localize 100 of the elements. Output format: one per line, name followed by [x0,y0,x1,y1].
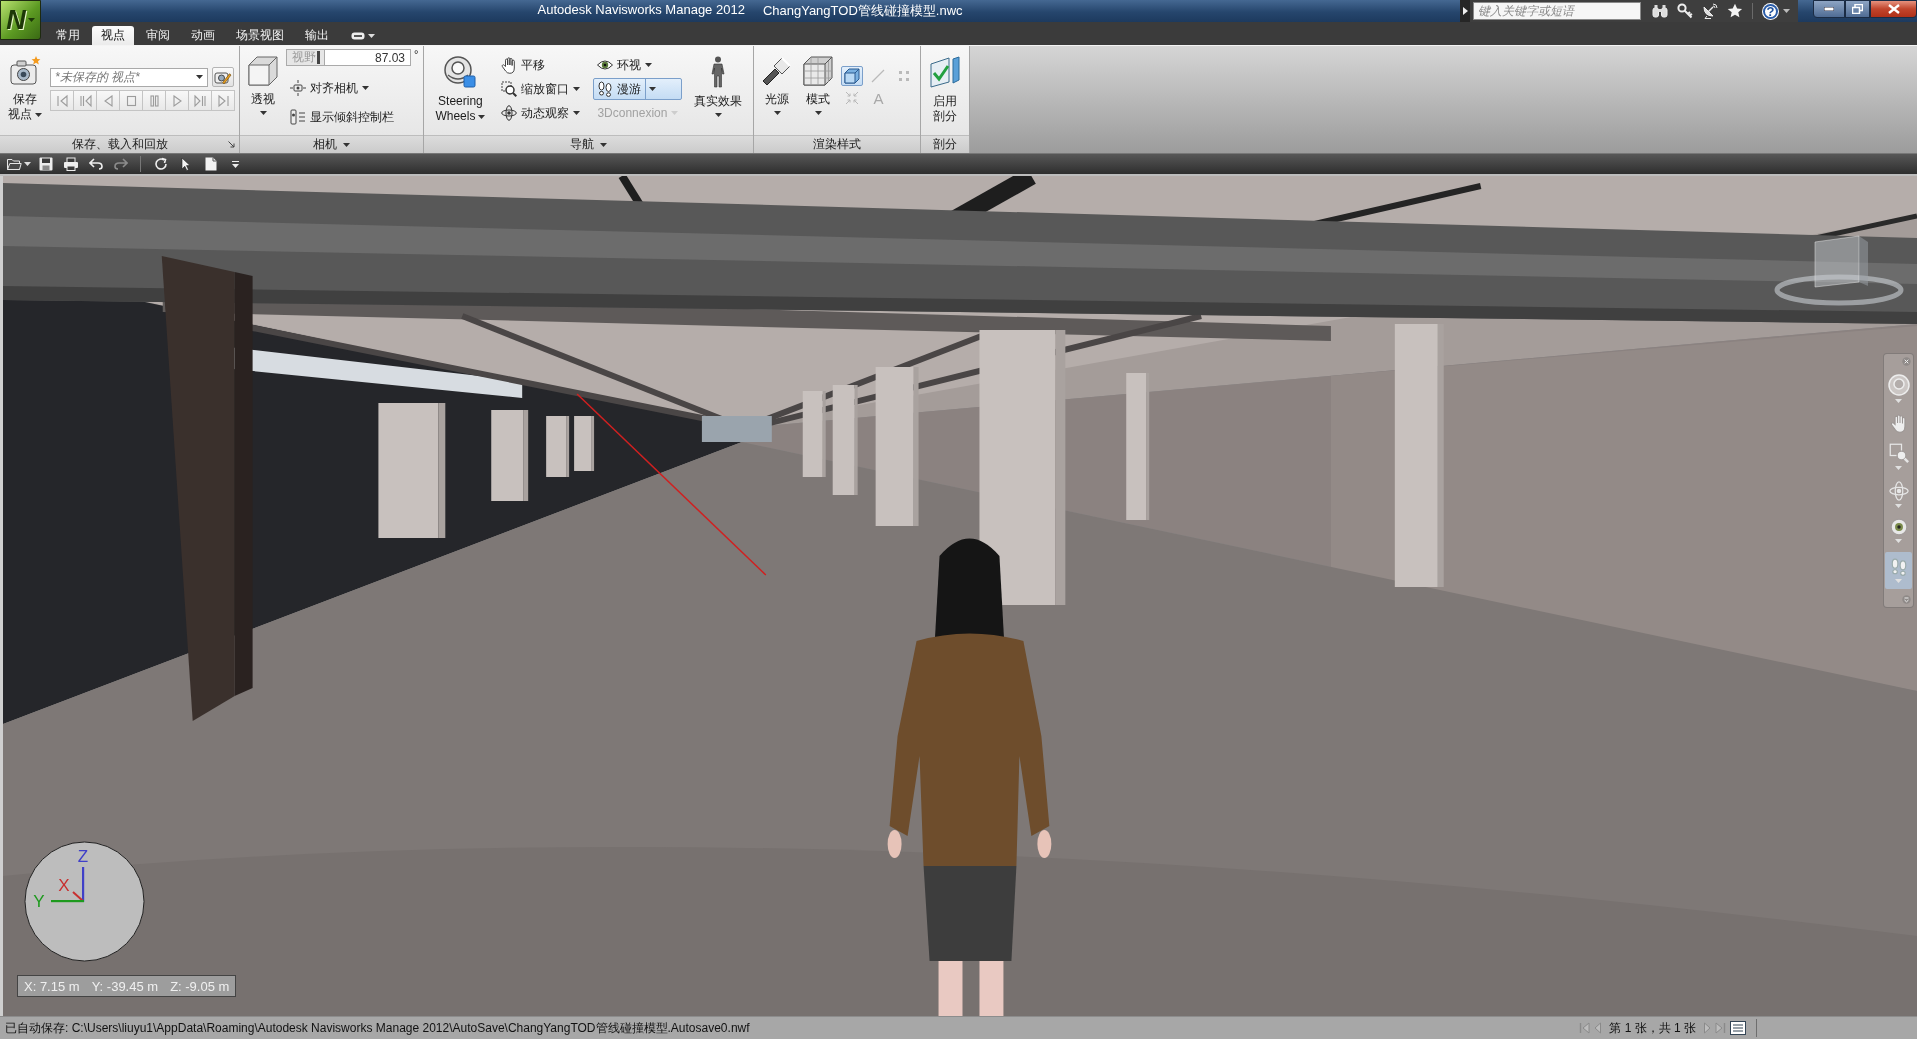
walk-button[interactable] [1885,551,1912,589]
flashlight-icon [762,56,793,86]
skip-to-end-icon [1715,1022,1726,1034]
hand-icon [501,56,518,74]
page-icon [204,157,217,171]
slider-handle[interactable] [316,51,320,64]
walk-button[interactable]: 漫游 [593,78,683,100]
steering-wheels-button[interactable]: Steering Wheels [432,46,489,125]
panel-title: 导航 [570,136,595,153]
orbit-icon [1888,480,1909,501]
triangle-right-icon [1704,1022,1711,1034]
minimize-icon [1824,7,1834,11]
zoom-window-icon [501,81,518,97]
view-cube-icon[interactable] [1773,232,1905,306]
step-back-icon [78,93,92,108]
axis-label: X [58,876,70,895]
orbit-button[interactable]: 动态观察 [497,101,585,125]
panel-title: 保存、载入和回放 [71,136,168,153]
coordinate-value: X: 7.15 m [24,978,80,994]
stop-icon [124,93,138,108]
axis-label: Z [77,847,89,866]
close-button[interactable] [1870,0,1917,18]
caret-icon [368,33,375,38]
perspective-button[interactable]: 透视 [245,46,281,116]
pan-button[interactable]: 平移 [497,53,585,77]
application-menu-button[interactable]: N [0,0,41,40]
close-icon[interactable] [1902,357,1911,366]
edit-viewpoint-button[interactable] [212,67,234,87]
field-of-view-input[interactable]: 87.03 [325,49,411,66]
play-icon [170,93,184,108]
full-render-button[interactable] [841,66,864,86]
star-icon[interactable] [1727,3,1743,19]
look-around-button[interactable]: 环视 [593,53,683,77]
dot-grid-icon [897,69,912,83]
window-title: Autodesk Navisworks Manage 2012 [537,2,745,19]
tilt-control-button[interactable]: 显示倾斜控制栏 [286,105,419,129]
sheet-counter: 第 1 张，共 1 张 [1609,1019,1696,1037]
status-message: 已自动保存: C:\Users\liuyu1\AppData\Roaming\Autodesk Navisworks Manage 2012\AutoSave\ChangYangTOD管线碰撞模型.Autosave0.nwf [5,1019,751,1037]
camera-arrows-icon [290,80,306,96]
viewpoint-dropdown[interactable]: *未保存的 视点* [50,67,208,87]
ribbon-tab[interactable]: 动画 [182,26,224,45]
skip-to-start-icon [1579,1022,1591,1034]
search-field[interactable]: 键入关键字或短语 [1473,2,1641,20]
help-button[interactable]: ? [1762,2,1779,20]
inward-arrows-icon [845,91,860,105]
enable-sectioning-button[interactable]: 启用 剖分 [926,46,965,125]
pause-icon [147,93,161,108]
eye-icon [597,58,614,72]
panel-title-bar[interactable]: 导航 [424,135,754,153]
ribbon-tab[interactable]: 常用 [47,26,89,45]
ribbon-tab[interactable]: 场景视图 [227,26,293,45]
concrete-column [546,416,570,477]
cube-icon [248,56,278,86]
corridor-end [701,416,772,442]
document-title: ChangYangTOD管线碰撞模型.nwc [762,2,963,20]
triangle-right-icon [1462,7,1468,15]
save-viewpoint-button[interactable]: 保存 视点 [5,46,45,123]
panel-title: 剖分 [933,136,958,153]
undo-icon [88,158,103,170]
camera-icon [9,56,41,86]
steering-wheels-button[interactable] [1885,372,1912,406]
triangle-left-icon [1594,1022,1602,1034]
ribbon-tab[interactable]: 审阅 [137,26,179,45]
tilt-bar-icon [290,109,306,125]
degree-unit-label: ° [414,49,419,60]
axis-label: Y [33,892,45,911]
realism-button[interactable]: 真实效果 [691,46,746,118]
align-camera-button[interactable]: 对齐相机 [286,76,419,100]
rounded-rectangle-icon [351,31,365,40]
panel-title: 相机 [313,136,338,153]
restore-icon [1852,4,1863,14]
steering-wheel-icon [1887,374,1910,397]
skip-to-end-icon [216,93,230,108]
key-icon[interactable] [1677,3,1693,19]
panel-title: 渲染样式 [813,136,862,153]
shaded-cube-icon [844,68,861,84]
steering-wheel-icon [444,56,477,88]
ribbon-tab[interactable]: 输出 [296,26,338,45]
camera-pencil-icon [214,69,232,85]
footprints-icon [597,81,614,97]
expand-search-button[interactable] [1460,0,1470,22]
dialog-launcher-icon[interactable] [228,141,235,148]
redo-icon [113,158,128,170]
panel-title-bar[interactable]: 相机 [240,135,424,153]
orbit-icon [501,105,518,121]
minimize-button[interactable] [1813,0,1845,18]
sheet-browser-button[interactable] [1728,1021,1748,1035]
ribbon-tab[interactable]: 视点 [92,26,134,45]
binoculars-icon[interactable] [1652,4,1668,18]
refresh-icon [153,157,168,171]
concrete-column [574,416,595,471]
lighting-button[interactable]: 光源 [759,46,796,116]
restore-button[interactable] [1845,0,1870,18]
satellite-dish-icon[interactable] [1702,3,1718,19]
section-plane-check-icon [929,56,962,88]
coordinate-value: Y: -39.45 m [91,978,159,994]
customize-toolbar-icon [232,160,239,168]
render-mode-button[interactable]: 模式 [800,46,837,116]
caret-icon[interactable] [1783,9,1790,13]
zoom-window-button[interactable]: 缩放窗口 [497,77,585,101]
